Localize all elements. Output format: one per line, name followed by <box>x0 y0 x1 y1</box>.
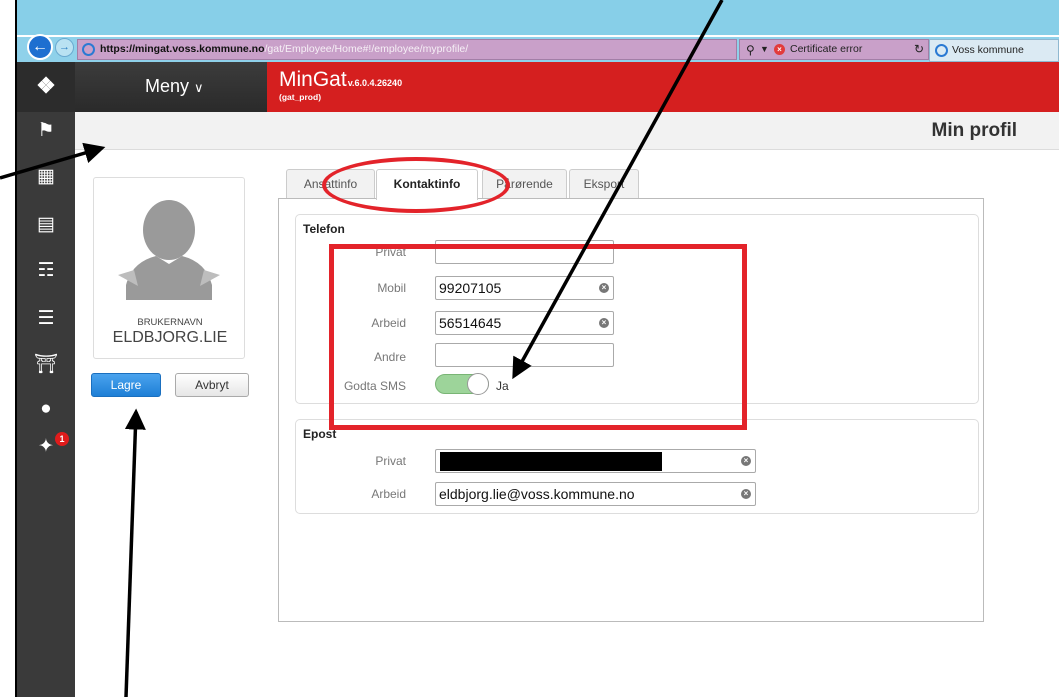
avatar-icon <box>118 200 220 300</box>
back-button[interactable]: ← <box>27 34 53 60</box>
profile-card: BRUKERNAVN ELDBJORG.LIE <box>93 177 245 359</box>
menu-label: Meny <box>145 76 190 96</box>
clear-icon[interactable]: × <box>741 456 751 466</box>
calendar-icon[interactable]: ▦ <box>31 164 61 190</box>
app-environment: (gat_prod) <box>279 92 322 102</box>
app-brand-bar: MinGatv.6.0.4.26240 (gat_prod) <box>267 62 1059 112</box>
redacted-block <box>440 452 662 471</box>
browser-tab[interactable]: Voss kommune <box>929 39 1059 62</box>
notification-badge: 1 <box>55 432 69 446</box>
cancel-button[interactable]: Avbryt <box>175 373 249 397</box>
app-version: v.6.0.4.26240 <box>347 78 403 88</box>
browser-tab-label: Voss kommune <box>952 44 1024 56</box>
url-host: https://mingat.voss.kommune.no <box>100 43 265 55</box>
app-header: ❖ Meny ∨ MinGatv.6.0.4.26240 (gat_prod) <box>17 62 1059 112</box>
app-title: MinGatv.6.0.4.26240 <box>279 68 402 92</box>
epost-section: Epost Privat × Arbeid × <box>295 419 979 514</box>
menu-area: Meny ∨ <box>75 62 267 112</box>
tab-kontaktinfo[interactable]: Kontaktinfo <box>376 169 478 200</box>
arbeid-email-label: Arbeid <box>371 487 406 501</box>
tab-eksport[interactable]: Eksport <box>569 169 639 199</box>
list-icon[interactable]: ☰ <box>31 306 61 332</box>
telefon-title: Telefon <box>303 222 345 236</box>
schedule-icon[interactable]: ▤ <box>31 212 61 238</box>
annotation-rectangle <box>329 244 747 430</box>
chat-icon[interactable]: ● <box>31 396 61 422</box>
page-title-bar: Min profil <box>75 112 1059 150</box>
save-button[interactable]: Lagre <box>91 373 161 397</box>
privat-email-label: Privat <box>375 454 406 468</box>
username-label: BRUKERNAVN <box>137 317 203 328</box>
app-logo-icon[interactable]: ❖ <box>31 74 61 98</box>
certificate-error-label[interactable]: Certificate error <box>790 40 862 59</box>
url-path: /gat/Employee/Home#!/employee/myprofile/ <box>264 43 469 55</box>
address-bar[interactable]: https://mingat.voss.kommune.no/gat/Emplo… <box>77 39 737 60</box>
page-title: Min profil <box>931 120 1017 141</box>
menu-button[interactable]: Meny ∨ <box>145 76 204 97</box>
browser-titlebar <box>17 0 1059 35</box>
chevron-down-icon: ∨ <box>194 80 204 95</box>
certificate-error-icon: × <box>774 44 785 55</box>
forward-button[interactable]: → <box>55 38 74 57</box>
side-nav: ⚑ ▦ ▤ ☶ ☰ ⛩ ● ✦ 1 <box>17 112 75 697</box>
bank-icon[interactable]: ⛩ <box>31 352 61 378</box>
flag-icon[interactable]: ⚑ <box>31 118 61 144</box>
clear-icon[interactable]: × <box>741 489 751 499</box>
ie-icon <box>935 44 948 57</box>
pin-icon[interactable]: ✦ 1 <box>31 432 69 460</box>
refresh-icon[interactable]: ↻ <box>914 40 924 59</box>
app-name: MinGat <box>279 68 347 91</box>
clipboard-icon[interactable]: ☶ <box>31 258 61 284</box>
search-icon[interactable]: ⚲ <box>746 41 755 60</box>
username-value: ELDBJORG.LIE <box>112 329 228 346</box>
chevron-down-icon[interactable]: ▼ <box>760 40 769 59</box>
arbeid-email-input[interactable] <box>435 482 756 506</box>
certificate-area[interactable]: ⚲ ▼ × Certificate error ↻ <box>739 39 929 60</box>
ie-icon <box>82 43 95 56</box>
logo-area: ❖ <box>17 62 75 112</box>
